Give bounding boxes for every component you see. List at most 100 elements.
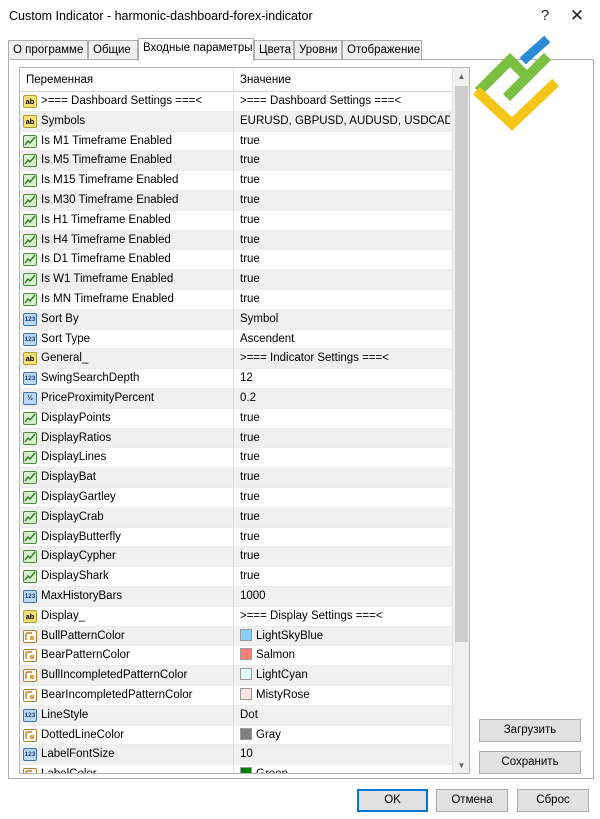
tab-about[interactable]: О программе: [8, 40, 88, 60]
parameter-name-cell[interactable]: 123 SwingSearchDepth: [20, 369, 234, 389]
parameter-name-cell[interactable]: ½ PriceProximityPercent: [20, 388, 234, 408]
parameter-value-cell[interactable]: true: [238, 191, 450, 210]
table-row[interactable]: Is H4 Timeframe Enabled true: [20, 230, 452, 251]
parameter-value-cell[interactable]: true: [238, 567, 450, 586]
table-row[interactable]: DisplayGartley true: [20, 487, 452, 508]
parameter-value-cell[interactable]: LightCyan: [238, 666, 450, 685]
table-row[interactable]: DisplayPoints true: [20, 408, 452, 429]
parameter-value-cell[interactable]: 1000: [238, 587, 450, 606]
parameter-value-cell[interactable]: LightSkyBlue: [238, 627, 450, 646]
parameter-name-cell[interactable]: Is H4 Timeframe Enabled: [20, 230, 234, 250]
table-row[interactable]: DottedLineColor Gray: [20, 725, 452, 746]
parameter-value-cell[interactable]: true: [238, 270, 450, 289]
parameter-name-cell[interactable]: BearPatternColor: [20, 646, 234, 666]
column-header-variable[interactable]: Переменная: [20, 68, 234, 92]
parameter-value-cell[interactable]: 0.2: [238, 389, 450, 408]
parameter-name-cell[interactable]: BearIncompletedPatternColor: [20, 685, 234, 705]
parameter-name-cell[interactable]: DisplayButterfly: [20, 527, 234, 547]
parameter-name-cell[interactable]: Is W1 Timeframe Enabled: [20, 270, 234, 290]
parameter-name-cell[interactable]: ab Display_: [20, 606, 234, 626]
vertical-scrollbar[interactable]: ▲ ▼: [452, 68, 469, 773]
help-button[interactable]: ?: [530, 4, 560, 28]
table-row[interactable]: DisplayShark true: [20, 567, 452, 587]
table-row[interactable]: Is M5 Timeframe Enabled true: [20, 151, 452, 172]
parameter-value-cell[interactable]: true: [238, 488, 450, 507]
parameter-name-cell[interactable]: Is D1 Timeframe Enabled: [20, 250, 234, 270]
parameter-value-cell[interactable]: true: [238, 547, 450, 566]
parameter-value-cell[interactable]: true: [238, 132, 450, 151]
ok-button[interactable]: OK: [357, 789, 428, 812]
table-row[interactable]: 123 Sort Type Ascendent: [20, 329, 452, 350]
table-row[interactable]: Is MN Timeframe Enabled true: [20, 289, 452, 310]
table-row[interactable]: 123 SwingSearchDepth 12: [20, 369, 452, 389]
parameter-value-cell[interactable]: true: [238, 468, 450, 487]
parameter-name-cell[interactable]: 123 MaxHistoryBars: [20, 586, 234, 606]
parameter-value-cell[interactable]: Ascendent: [238, 330, 450, 349]
table-row[interactable]: BearPatternColor Salmon: [20, 646, 452, 667]
cancel-button[interactable]: Отмена: [436, 789, 508, 812]
parameter-name-cell[interactable]: ab >=== Dashboard Settings ===<: [20, 92, 234, 111]
scroll-down-arrow-icon[interactable]: ▼: [453, 757, 469, 773]
parameter-name-cell[interactable]: DisplayBat: [20, 468, 234, 488]
parameter-name-cell[interactable]: 123 Sort By: [20, 309, 234, 329]
parameter-value-cell[interactable]: >=== Indicator Settings ===<: [238, 349, 450, 368]
table-row[interactable]: 123 MaxHistoryBars 1000: [20, 586, 452, 607]
parameter-name-cell[interactable]: Is H1 Timeframe Enabled: [20, 210, 234, 230]
parameter-value-cell[interactable]: MistyRose: [238, 686, 450, 705]
parameter-name-cell[interactable]: DisplayCrab: [20, 507, 234, 527]
table-row[interactable]: ½ PriceProximityPercent 0.2: [20, 388, 452, 409]
column-header-value[interactable]: Значение: [234, 68, 452, 92]
parameter-value-cell[interactable]: >=== Display Settings ===<: [238, 607, 450, 626]
tab-common[interactable]: Общие: [88, 40, 138, 60]
parameter-value-cell[interactable]: true: [238, 211, 450, 230]
parameter-value-cell[interactable]: true: [238, 171, 450, 190]
tab-levels[interactable]: Уровни: [294, 40, 342, 60]
parameter-value-cell[interactable]: Symbol: [238, 310, 450, 329]
parameter-name-cell[interactable]: 123 LineStyle: [20, 705, 234, 725]
close-button[interactable]: ✕: [562, 4, 592, 28]
parameter-value-cell[interactable]: true: [238, 290, 450, 309]
parameter-value-cell[interactable]: true: [238, 231, 450, 250]
table-row[interactable]: DisplayBat true: [20, 468, 452, 488]
reset-button[interactable]: Сброс: [517, 789, 589, 812]
table-row[interactable]: DisplayButterfly true: [20, 527, 452, 548]
table-row[interactable]: Is M1 Timeframe Enabled true: [20, 131, 452, 152]
tab-colors[interactable]: Цвета: [254, 40, 294, 60]
table-row[interactable]: 123 LabelFontSize 10: [20, 745, 452, 766]
parameter-name-cell[interactable]: Is M5 Timeframe Enabled: [20, 151, 234, 171]
parameter-name-cell[interactable]: BullIncompletedPatternColor: [20, 666, 234, 686]
parameter-name-cell[interactable]: 123 Sort Type: [20, 329, 234, 349]
parameter-name-cell[interactable]: DisplayCypher: [20, 547, 234, 567]
table-row[interactable]: ab >=== Dashboard Settings ===< >=== Dashb…: [20, 92, 452, 112]
parameter-value-cell[interactable]: true: [238, 151, 450, 170]
parameter-value-cell[interactable]: Salmon: [238, 646, 450, 665]
table-row[interactable]: LabelColor Green: [20, 765, 452, 773]
tab-display[interactable]: Отображение: [342, 40, 422, 60]
parameter-name-cell[interactable]: DisplayPoints: [20, 408, 234, 428]
parameter-value-cell[interactable]: Green: [238, 765, 450, 773]
parameter-value-cell[interactable]: 10: [238, 745, 450, 764]
parameter-value-cell[interactable]: 12: [238, 369, 450, 388]
table-row[interactable]: BullIncompletedPatternColor LightCyan: [20, 666, 452, 686]
table-row[interactable]: Is W1 Timeframe Enabled true: [20, 270, 452, 290]
parameter-value-cell[interactable]: true: [238, 409, 450, 428]
parameter-value-cell[interactable]: Gray: [238, 726, 450, 745]
parameter-name-cell[interactable]: Is M1 Timeframe Enabled: [20, 131, 234, 151]
parameter-value-cell[interactable]: Dot: [238, 706, 450, 725]
parameter-name-cell[interactable]: DisplayGartley: [20, 487, 234, 507]
scrollbar-thumb[interactable]: [455, 86, 468, 642]
parameter-value-cell[interactable]: true: [238, 528, 450, 547]
parameter-name-cell[interactable]: Is M15 Timeframe Enabled: [20, 171, 234, 191]
table-row[interactable]: 123 LineStyle Dot: [20, 705, 452, 726]
parameter-name-cell[interactable]: ab Symbols: [20, 111, 234, 131]
table-row[interactable]: DisplayLines true: [20, 448, 452, 469]
load-button[interactable]: Загрузить: [479, 719, 581, 742]
parameter-name-cell[interactable]: BullPatternColor: [20, 626, 234, 646]
table-row[interactable]: Is M30 Timeframe Enabled true: [20, 190, 452, 211]
parameter-name-cell[interactable]: DisplayShark: [20, 567, 234, 587]
table-row[interactable]: DisplayCypher true: [20, 547, 452, 568]
parameter-value-cell[interactable]: true: [238, 250, 450, 269]
table-row[interactable]: Is D1 Timeframe Enabled true: [20, 250, 452, 271]
parameter-value-cell[interactable]: true: [238, 429, 450, 448]
parameter-value-cell[interactable]: EURUSD, GBPUSD, AUDUSD, USDCAD...: [238, 112, 450, 131]
